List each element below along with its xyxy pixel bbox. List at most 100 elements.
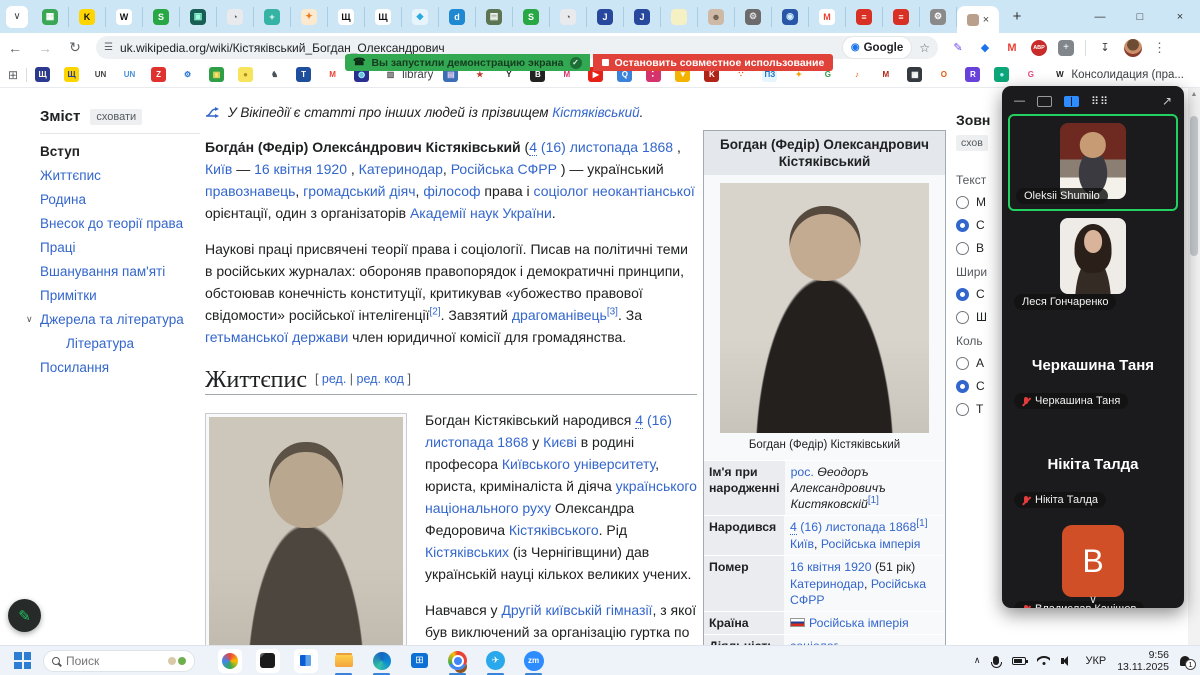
back-button[interactable]: ← [3,40,27,56]
toc-link[interactable]: Праці [40,240,75,255]
browser-tab[interactable]: Щ [328,6,365,27]
language-indicator[interactable]: УКР [1085,655,1106,667]
browser-tab[interactable]: ◆ [402,6,439,27]
taskbar-app-photos[interactable] [217,647,242,675]
toc-expand-icon[interactable] [26,360,40,375]
zoom-expand-icon[interactable]: ↗ [1162,94,1172,108]
gem-extension-icon[interactable]: ◆ [977,40,993,56]
taskbar-search[interactable] [43,649,195,672]
browser-tab[interactable]: Щ [365,6,402,27]
text-segment[interactable]: Кістяківський [552,105,639,120]
toc-item[interactable]: Життєпис [40,168,200,183]
toc-item[interactable]: Література [40,336,200,351]
taskbar-app-notebook[interactable] [255,647,280,675]
text-segment[interactable]: Другій київській гімназії [501,602,652,618]
bookmark-item[interactable]: T [296,67,315,82]
toc-expand-icon[interactable] [26,192,40,207]
wifi-icon[interactable] [1037,656,1050,665]
bookmark-item[interactable]: W Консолидация (пра... [1052,67,1184,82]
active-tab[interactable]: × [957,6,999,33]
browser-tab[interactable]: ▣ [180,6,217,27]
radio-icon[interactable] [956,356,969,370]
text-segment[interactable]: 4 [635,412,644,429]
text-segment[interactable]: 16 квітня 1920 [790,560,872,574]
taskbar-app-widgets[interactable] [293,647,318,675]
tab-close-icon[interactable]: × [983,14,989,26]
browser-tab[interactable]: + [254,6,291,27]
infobox-portrait[interactable] [720,183,929,433]
bookmark-star-icon[interactable]: ☆ [919,41,930,55]
browser-tab[interactable]: ≡ [883,6,920,27]
edit-link[interactable]: ред. [322,372,346,386]
radio-icon[interactable] [956,402,969,416]
text-segment[interactable]: правознавець [205,183,295,199]
appearance-radio-option[interactable]: С [956,379,1002,393]
radio-icon[interactable] [956,218,969,232]
text-segment[interactable]: Катеринодар [359,161,443,177]
text-segment[interactable]: (16) листопада 1868 [797,520,916,534]
bookmark-item[interactable]: ● [994,67,1013,82]
taskbar-app-zoom[interactable] [521,647,546,675]
text-segment[interactable]: (16) листопада 1868 [537,139,673,155]
toc-item[interactable]: Посилання [40,360,200,375]
forward-button[interactable]: → [33,40,57,56]
taskbar-app-chrome[interactable] [445,647,470,675]
bookmark-item[interactable]: UN [93,67,112,82]
window-close-button[interactable]: × [1160,0,1200,33]
zoom-speaker-view-icon[interactable] [1037,95,1052,107]
bookmark-item[interactable]: ● [238,67,257,82]
bookmark-item[interactable]: ▦ [907,67,926,82]
radio-icon[interactable] [956,195,969,209]
browser-tab[interactable]: ⚙ [920,6,957,27]
browser-tab[interactable]: ◔ [217,6,254,27]
bookmark-item[interactable]: ▣ [209,67,228,82]
browser-tab[interactable]: ✦ [291,6,328,27]
browser-tab[interactable]: K [69,6,106,27]
toc-link[interactable]: Примітки [40,288,97,303]
bookmark-item[interactable]: Z [151,67,170,82]
site-settings-icon[interactable]: ☰ [104,42,113,53]
text-segment[interactable]: Київ [790,537,814,551]
bookmark-item[interactable]: G [1023,67,1042,82]
microphone-icon[interactable] [990,656,1002,668]
text-segment[interactable]: 4 [790,520,797,535]
toc-hide-button[interactable]: сховати [90,108,143,125]
reload-button[interactable]: ↻ [63,39,87,56]
text-segment[interactable]: соціолог [534,183,589,199]
search-input[interactable] [66,653,162,668]
browser-tab[interactable]: ▦ [32,6,69,27]
bookmark-item[interactable]: O [936,67,955,82]
text-segment[interactable]: Києві [543,434,577,450]
taskbar-app-file-explorer[interactable] [331,647,356,675]
text-segment[interactable]: громадський діяч [303,183,415,199]
toc-item[interactable]: ∨ Джерела та література [26,312,200,327]
scrollbar-thumb[interactable] [1190,116,1198,256]
bookmark-item[interactable]: Щ [35,67,54,82]
tray-chevron-up-icon[interactable]: ∧ [974,655,981,666]
gmail-extension-icon[interactable]: M [1004,40,1020,56]
toc-expand-icon[interactable] [26,264,40,279]
browser-tab[interactable]: S [513,6,550,27]
text-segment[interactable]: неокантіанської [592,183,695,199]
browser-tab[interactable]: S [143,6,180,27]
radio-icon[interactable] [956,379,969,393]
zoom-panel[interactable]: — ⠿⠿ ↗ Oleksii Shumilo Леся Гончаренко Ч… [1002,86,1184,608]
toc-link[interactable]: Родина [40,192,86,207]
text-segment[interactable]: Академії наук України [410,205,552,221]
browser-tab[interactable]: M [809,6,846,27]
text-segment[interactable]: драгоманівець [512,307,607,323]
text-segment[interactable]: Київського університету [502,456,655,472]
appearance-radio-option[interactable]: М [956,195,1002,209]
zoom-participant-tile[interactable]: Нікіта Талда Нікіта Талда [1008,416,1178,513]
article-image-frame[interactable] [205,413,407,645]
appearance-radio-option[interactable]: В [956,241,1002,255]
toc-item[interactable]: Праці [40,240,200,255]
zoom-grid-view-icon[interactable]: ⠿⠿ [1091,95,1109,108]
new-tab-button[interactable]: + [1005,5,1029,29]
radio-icon[interactable] [956,287,969,301]
clock[interactable]: 9:56 13.11.2025 [1117,649,1169,673]
annotation-pencil-button[interactable]: ✎ [8,599,41,632]
browser-tab[interactable]: ◔ [550,6,587,27]
bookmark-item[interactable]: M [325,67,344,82]
taskbar-app-edge[interactable] [369,647,394,675]
